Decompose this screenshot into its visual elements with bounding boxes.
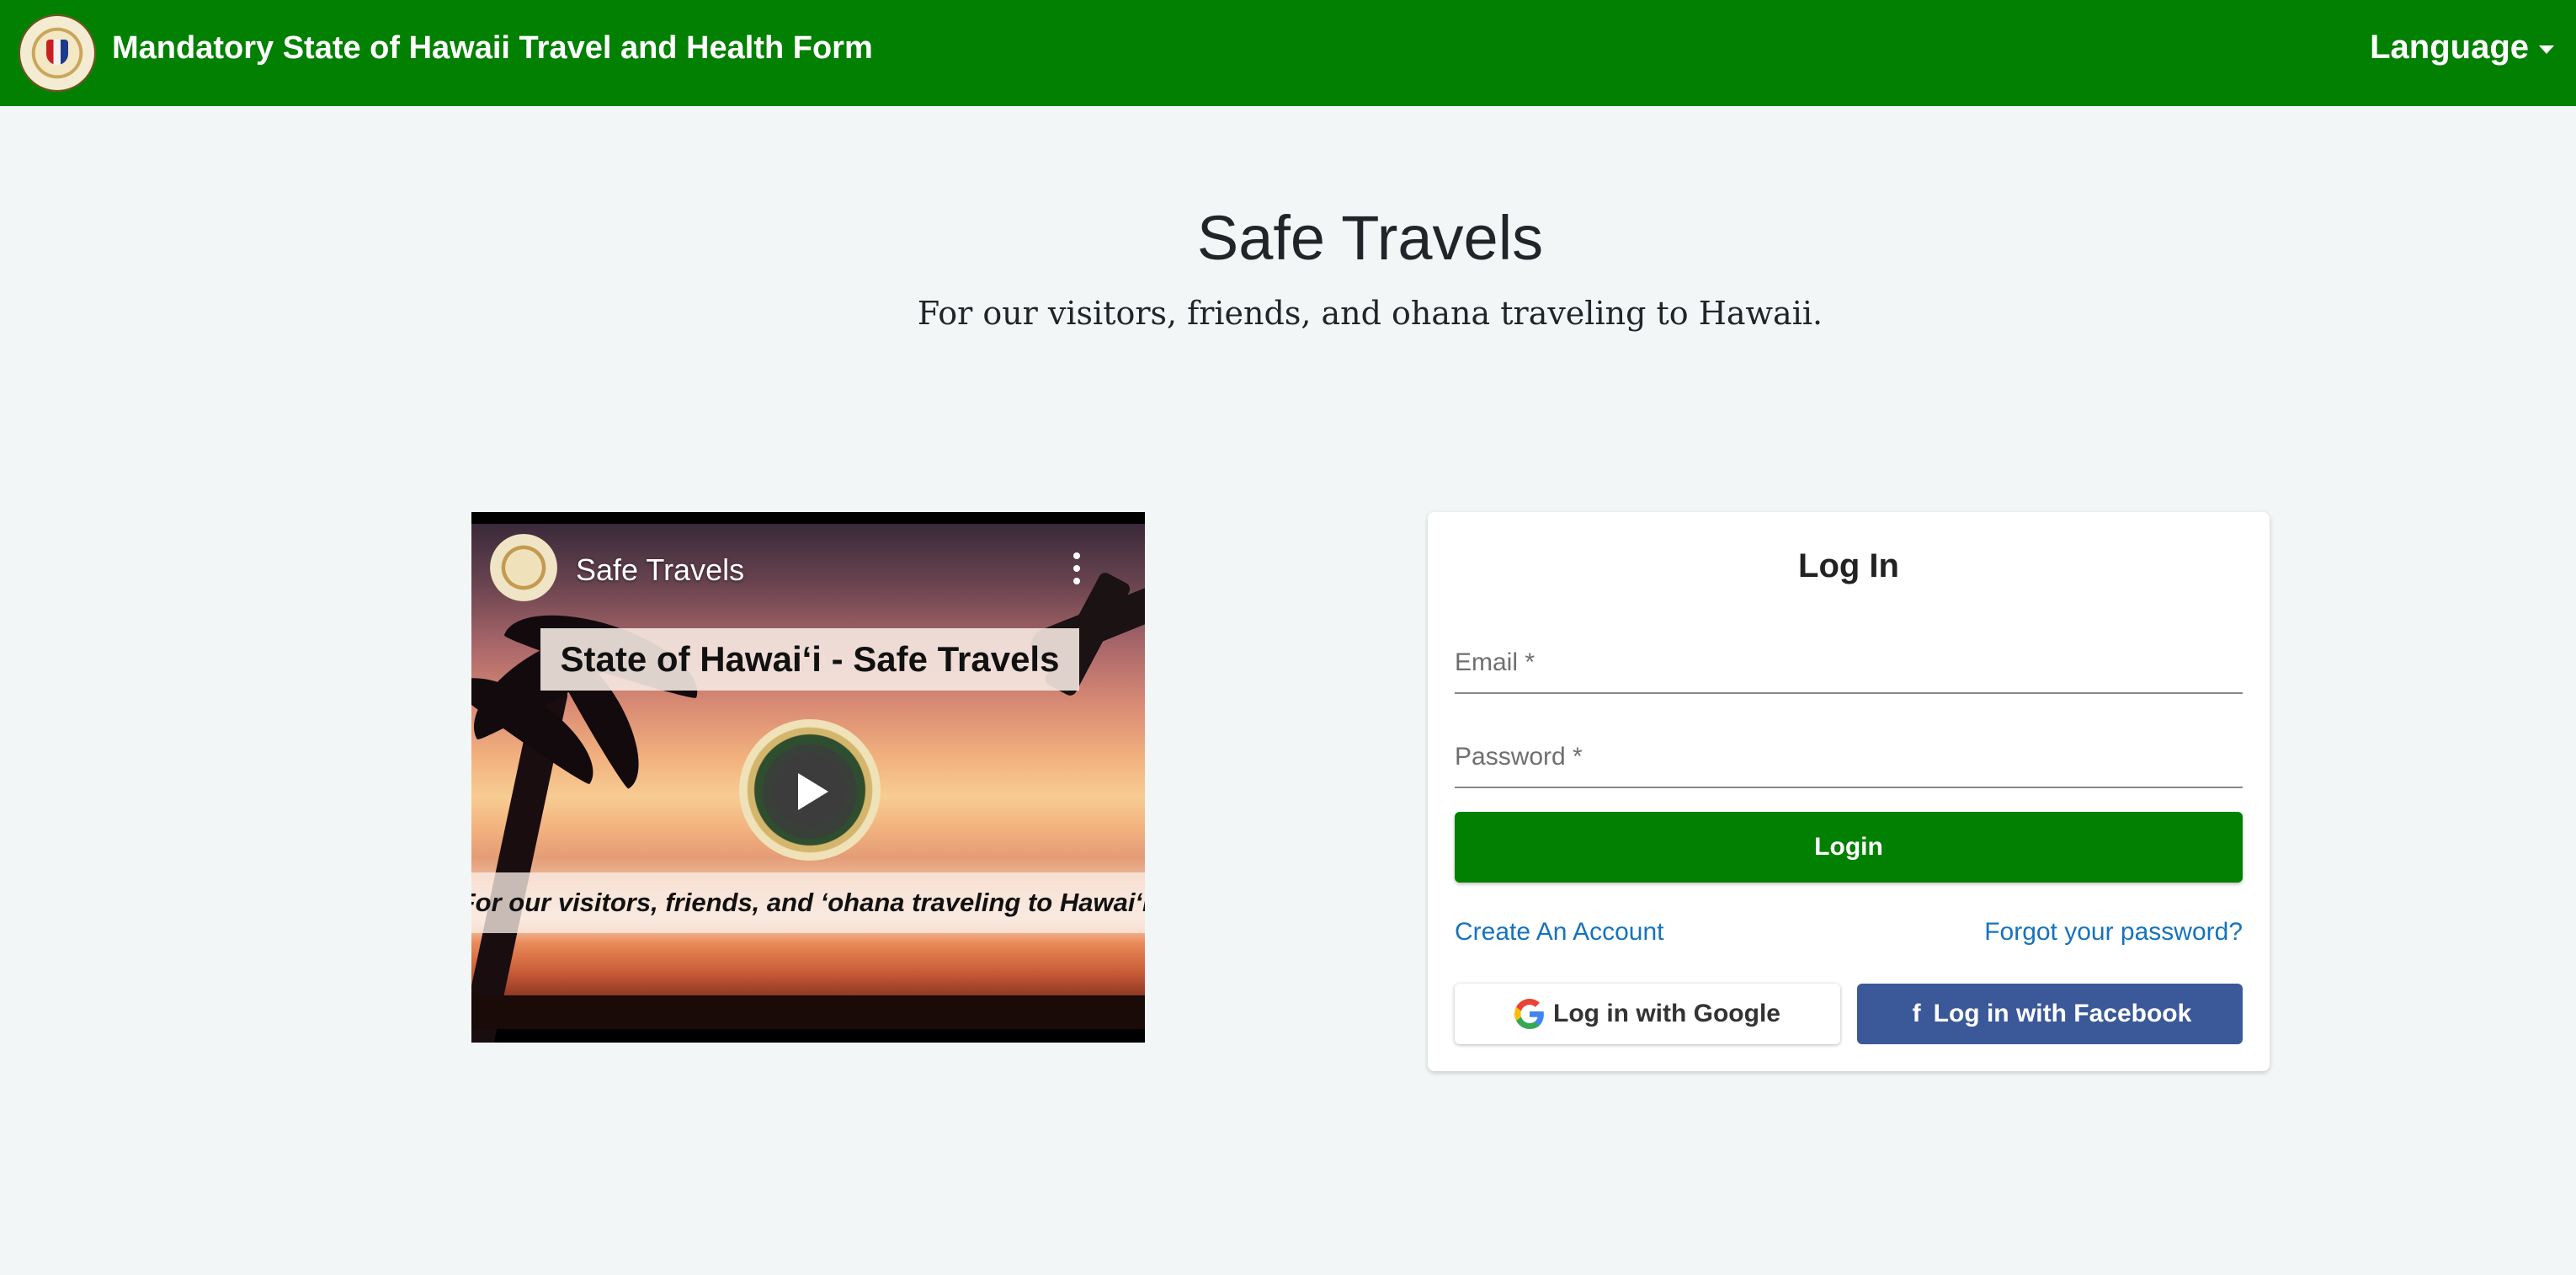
email-field[interactable] xyxy=(1455,640,2243,694)
create-account-link[interactable]: Create An Account xyxy=(1455,918,1664,947)
caret-down-icon xyxy=(2539,45,2554,54)
shoreline-silhouette xyxy=(471,995,1145,1029)
more-vert-icon[interactable] xyxy=(1071,552,1083,589)
language-label: Language xyxy=(2370,29,2529,66)
video-title-overlay: State of Hawaiʻi - Safe Travels xyxy=(540,628,1079,691)
facebook-icon: f xyxy=(1912,1000,1921,1027)
google-login-button[interactable]: Log in with Google xyxy=(1455,984,1840,1044)
google-login-label: Log in with Google xyxy=(1553,1000,1780,1027)
forgot-password-link[interactable]: Forgot your password? xyxy=(1984,918,2243,947)
video-player[interactable]: Safe Travels State of Hawaiʻi - Safe Tra… xyxy=(471,512,1145,1043)
page-title: Safe Travels xyxy=(1196,203,1544,273)
google-icon xyxy=(1514,999,1544,1029)
page-subtitle: For our visitors, friends, and ohana tra… xyxy=(917,295,1823,332)
login-card: Log In Login Create An Account Forgot yo… xyxy=(1428,512,2270,1071)
state-seal-icon xyxy=(19,14,96,92)
facebook-login-button[interactable]: f Log in with Facebook xyxy=(1857,984,2243,1044)
facebook-login-label: Log in with Facebook xyxy=(1933,1000,2192,1027)
channel-avatar-icon[interactable] xyxy=(490,534,557,601)
password-field[interactable] xyxy=(1455,734,2243,788)
top-navbar: Mandatory State of Hawaii Travel and Hea… xyxy=(0,0,2576,106)
play-icon[interactable] xyxy=(763,744,857,839)
app-title: Mandatory State of Hawaii Travel and Hea… xyxy=(112,30,873,66)
video-tagline-overlay: For our visitors, friends, and ʻohana tr… xyxy=(471,872,1145,933)
video-channel-title[interactable]: Safe Travels xyxy=(576,552,744,588)
login-title: Log In xyxy=(1798,547,1899,584)
language-dropdown[interactable]: Language xyxy=(2370,29,2554,67)
login-button[interactable]: Login xyxy=(1455,812,2243,883)
